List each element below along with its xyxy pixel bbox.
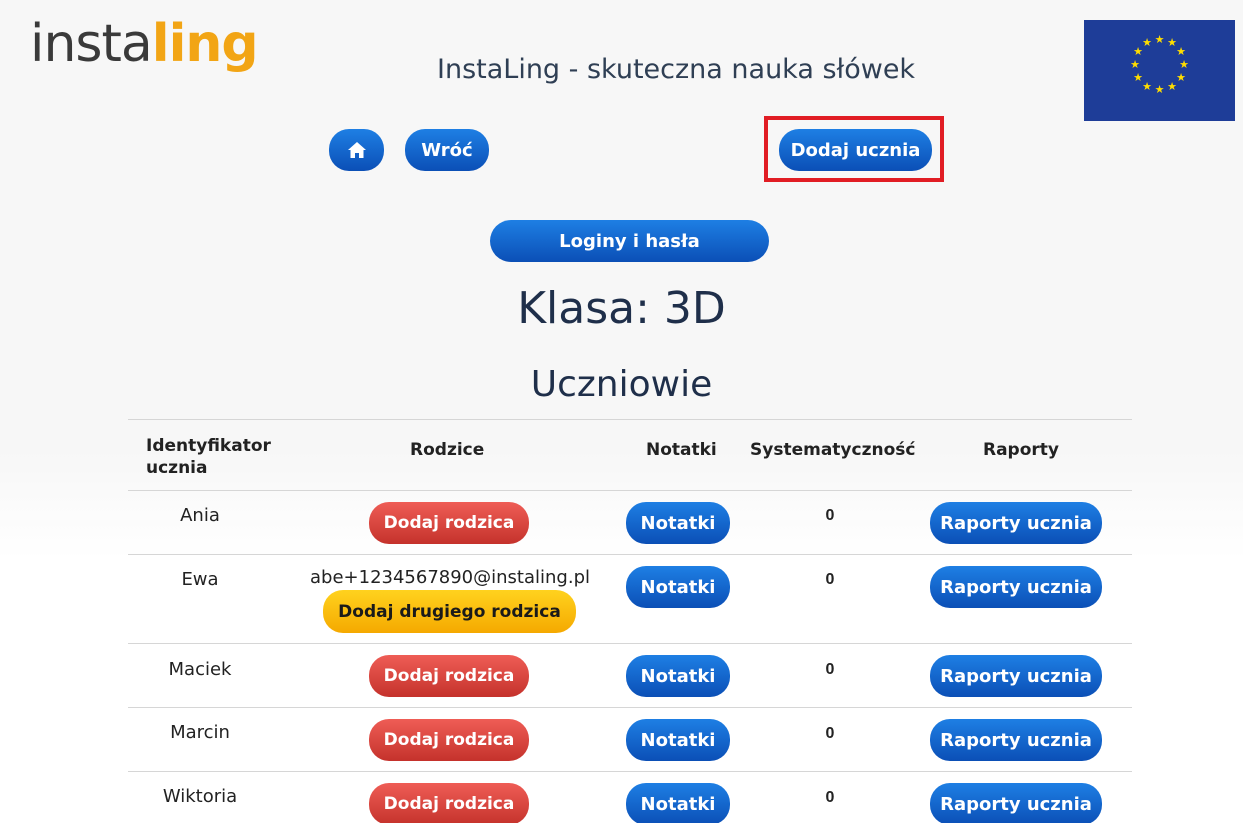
logo-text-ling: ling <box>151 14 259 74</box>
row-divider <box>128 771 1132 772</box>
logo-text-insta: insta <box>30 14 153 74</box>
highlight-box <box>764 116 944 182</box>
student-name: Wiktoria <box>162 786 238 807</box>
regularity-value: 0 <box>825 725 835 742</box>
student-name: Maciek <box>168 659 232 680</box>
column-header-student-id-line2: ucznia <box>146 458 208 478</box>
row-divider <box>128 554 1132 555</box>
table-header-divider <box>128 490 1132 491</box>
svg-text:★: ★ <box>1167 80 1177 93</box>
notes-button[interactable]: Notatki <box>626 566 730 608</box>
student-reports-button[interactable]: Raporty ucznia <box>930 719 1102 761</box>
notes-button[interactable]: Notatki <box>626 655 730 697</box>
svg-text:★: ★ <box>1133 71 1143 84</box>
back-button[interactable]: Wróć <box>405 129 489 171</box>
column-header-student-id: Identyfikator ucznia <box>146 435 271 479</box>
add-parent-button[interactable]: Dodaj rodzica <box>369 655 529 697</box>
add-parent-button[interactable]: Dodaj rodzica <box>369 502 529 544</box>
student-name: Ania <box>180 505 220 526</box>
row-divider <box>128 707 1132 708</box>
svg-text:★: ★ <box>1176 71 1186 84</box>
column-header-parents: Rodzice <box>410 440 485 460</box>
svg-text:★: ★ <box>1142 36 1152 49</box>
student-name: Marcin <box>170 722 230 743</box>
add-second-parent-button[interactable]: Dodaj drugiego rodzica <box>323 590 576 633</box>
home-button[interactable] <box>329 129 384 171</box>
instaling-logo[interactable]: instaling <box>30 18 259 70</box>
svg-text:★: ★ <box>1155 33 1165 46</box>
notes-button[interactable]: Notatki <box>626 719 730 761</box>
class-heading: Klasa: 3D <box>517 283 726 334</box>
regularity-value: 0 <box>825 571 835 588</box>
parent-email: abe+1234567890@instaling.pl <box>310 567 590 588</box>
svg-text:★: ★ <box>1142 80 1152 93</box>
column-header-regularity: Systematyczność <box>750 440 916 460</box>
column-header-student-id-line1: Identyfikator <box>146 436 271 456</box>
svg-text:★: ★ <box>1130 58 1140 71</box>
site-title: InstaLing - skuteczna nauka słówek <box>437 54 916 85</box>
student-reports-button[interactable]: Raporty ucznia <box>930 783 1102 823</box>
svg-text:★: ★ <box>1179 58 1189 71</box>
notes-button[interactable]: Notatki <box>626 783 730 823</box>
students-heading: Uczniowie <box>530 364 713 405</box>
column-header-notes: Notatki <box>646 440 717 460</box>
notes-button[interactable]: Notatki <box>626 502 730 544</box>
svg-text:★: ★ <box>1155 83 1165 96</box>
student-reports-button[interactable]: Raporty ucznia <box>930 502 1102 544</box>
logins-passwords-button[interactable]: Loginy i hasła <box>490 220 769 262</box>
student-reports-button[interactable]: Raporty ucznia <box>930 655 1102 697</box>
regularity-value: 0 <box>825 661 835 678</box>
student-name: Ewa <box>181 569 219 590</box>
svg-text:★: ★ <box>1176 45 1186 58</box>
column-header-reports: Raporty <box>983 440 1060 460</box>
add-parent-button[interactable]: Dodaj rodzica <box>369 719 529 761</box>
regularity-value: 0 <box>825 789 835 806</box>
eu-flag-icon: ★ ★ ★ ★ ★ ★ ★ ★ ★ ★ ★ ★ <box>1084 20 1235 121</box>
student-reports-button[interactable]: Raporty ucznia <box>930 566 1102 608</box>
add-parent-button[interactable]: Dodaj rodzica <box>369 783 529 823</box>
home-icon <box>347 142 366 158</box>
table-top-divider <box>128 419 1132 420</box>
regularity-value: 0 <box>825 507 835 524</box>
row-divider <box>128 643 1132 644</box>
